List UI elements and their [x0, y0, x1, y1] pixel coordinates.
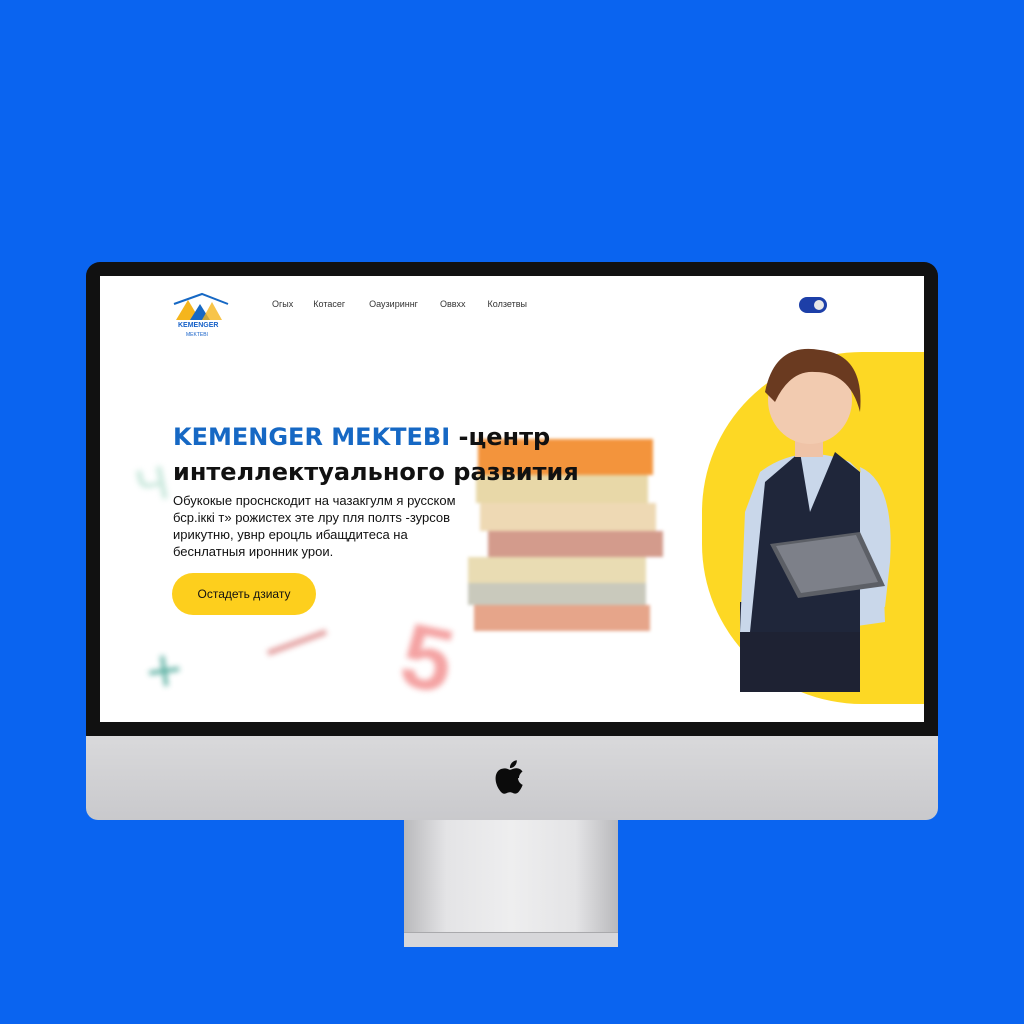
cta-button[interactable]: Остадеть дзиату	[172, 573, 316, 615]
decor-letter: ч	[127, 443, 177, 519]
nav-item-2[interactable]: Котасег	[313, 299, 345, 309]
hero-title-suffix: -центр	[450, 423, 551, 452]
hero-line-2: бср.іккі т» рожистех эте лру пля полтs -…	[173, 510, 451, 525]
hero-line-4: беснлатныя иронник урои.	[173, 544, 334, 559]
hero-title: KEMENGER MEKTEBI -центр интеллектуальног…	[173, 420, 579, 490]
decor-plus: +	[140, 639, 188, 701]
main-nav: Огых Котасег Оаузириннг Оввхх Колзетвы	[272, 299, 527, 309]
hero-brand: KEMENGER MEKTEBI	[173, 423, 451, 452]
monitor-stand	[404, 820, 618, 938]
decor-minus	[267, 629, 327, 656]
hero-description: Обукокые проснскодит на чазакгулм я русс…	[173, 492, 473, 560]
hero-line-1: Обукокые проснскодит на чазакгулм я русс…	[173, 493, 456, 508]
logo-text: KEMENGER	[178, 322, 219, 329]
hero-line-3: ирикутню, увнр ероцль ибащдитеса на	[173, 527, 408, 542]
hero-title-line2: интеллектуального развития	[173, 458, 579, 487]
nav-item-1[interactable]: Огых	[272, 299, 293, 309]
monitor-stand-base	[404, 932, 618, 947]
toggle-switch[interactable]	[799, 297, 827, 313]
decor-digit: 5	[392, 604, 463, 714]
school-logo[interactable]: KEMENGER MEKTEBI	[172, 290, 230, 338]
student-with-tablet-image	[740, 348, 891, 692]
toggle-knob	[814, 300, 824, 310]
website-screen: KEMENGER MEKTEBI Огых Котасег Оаузириннг…	[100, 276, 924, 722]
school-logo-icon	[173, 292, 229, 320]
logo-subtext: MEKTEBI	[186, 332, 208, 338]
nav-item-4[interactable]: Оввхх	[440, 299, 466, 309]
monitor-chin	[86, 736, 938, 820]
nav-item-3[interactable]: Оаузириннг	[369, 299, 418, 309]
nav-item-5[interactable]: Колзетвы	[488, 299, 527, 309]
apple-logo-icon	[495, 760, 523, 794]
